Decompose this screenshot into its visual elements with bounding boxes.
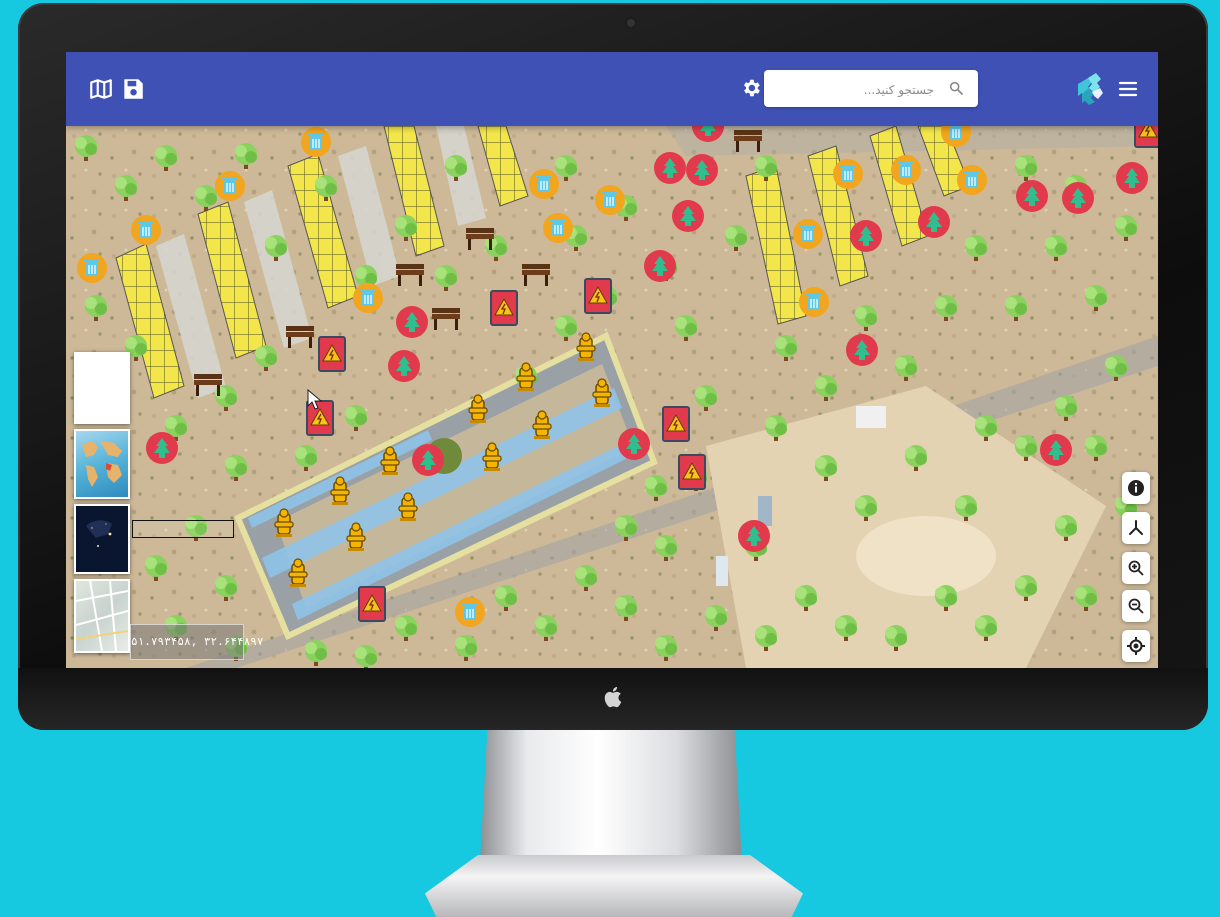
night-earth-icon [86,520,112,547]
zoom-out-button[interactable] [1122,590,1150,622]
save-icon[interactable] [120,76,146,102]
camera-dot [627,19,635,27]
measure-button[interactable] [1122,512,1150,544]
map-icon[interactable] [88,76,114,102]
info-button[interactable] [1122,472,1150,504]
puzzle-logo-icon [1078,73,1103,105]
search-input[interactable] [772,70,936,109]
satellite-map[interactable] [66,126,1158,668]
search-icon[interactable] [948,80,964,96]
world-map-basemap-thumbnail[interactable] [74,429,130,499]
world-map-icon [82,441,122,487]
app-screen: ۵۱.۷۹۳۴۵۸, ۳۲.۶۴۴۸۹۷ [66,52,1158,668]
street-map-icon [75,580,129,652]
search-box [764,70,978,109]
measure-icon [1129,520,1143,535]
street-map-basemap-thumbnail[interactable] [74,579,130,653]
cursor-coordinates: ۵۱.۷۹۳۴۵۸, ۳۲.۶۴۴۸۹۷ [130,624,263,660]
apple-logo-icon [604,686,622,708]
monitor-stand-base [425,855,803,917]
locate-button[interactable] [1122,630,1150,662]
zoom-in-icon [1128,560,1144,576]
night-earth-basemap-thumbnail[interactable] [74,504,130,574]
map-scale-bar [132,520,234,538]
zoom-out-icon [1128,598,1144,614]
hamburger-menu-icon[interactable] [1118,79,1138,99]
gear-icon[interactable] [740,77,762,99]
info-icon [1128,480,1144,496]
blank-basemap-thumbnail[interactable] [74,352,130,424]
locate-icon [1127,637,1145,655]
zoom-in-button[interactable] [1122,552,1150,584]
top-app-bar [66,52,1158,126]
monitor-stand-neck [480,722,742,862]
